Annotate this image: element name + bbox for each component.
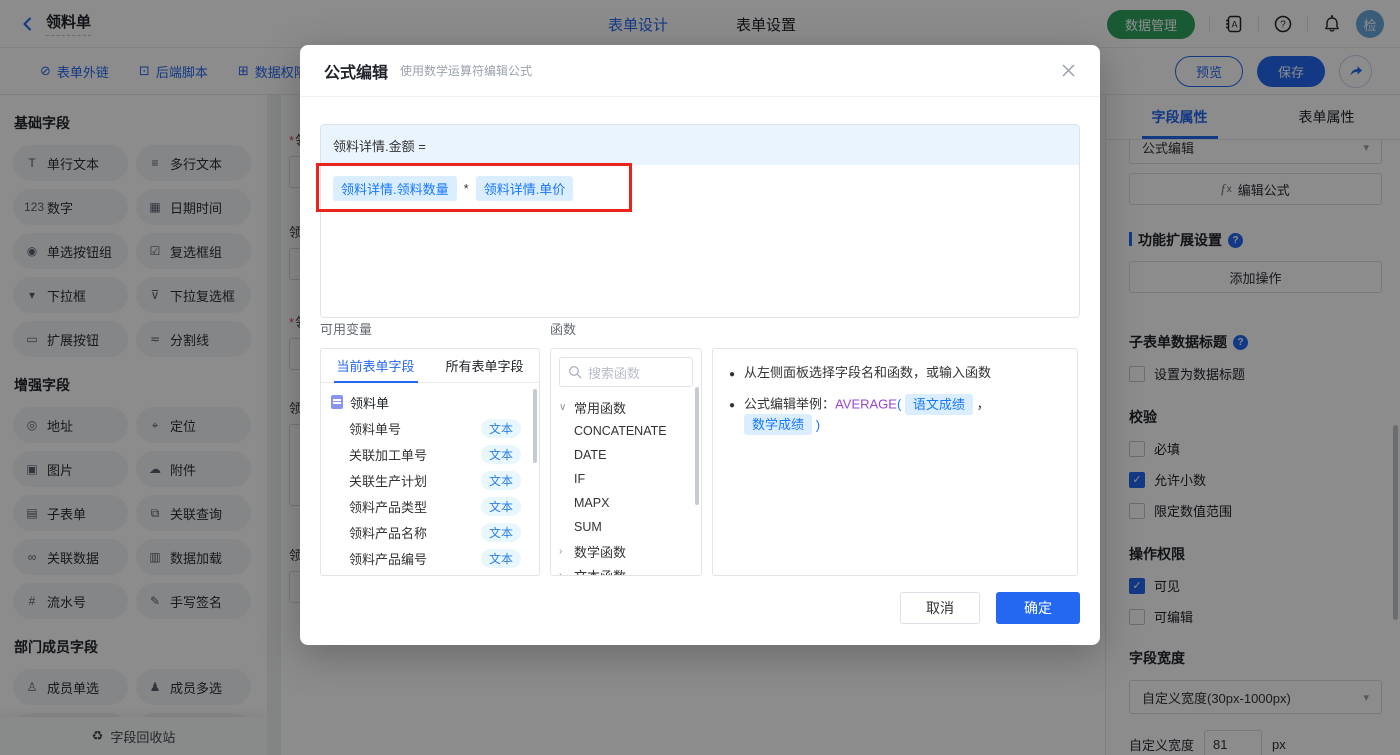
- modal-title: 公式编辑: [324, 64, 389, 82]
- modal-subtitle: 使用数学运算符编辑公式: [400, 64, 533, 78]
- formula-input-area[interactable]: 领料详情.领料数量 * 领料详情.单价: [321, 165, 1079, 212]
- variable-row[interactable]: 关联加工单号 文本: [321, 441, 539, 467]
- variable-row[interactable]: 领料单号 文本: [321, 415, 539, 441]
- functions-scrollbar[interactable]: [695, 387, 699, 505]
- form-doc-icon: [331, 395, 343, 409]
- example-function-name: AVERAGE: [835, 396, 897, 412]
- functions-label: 函数: [550, 322, 577, 337]
- modal-header: 公式编辑 使用数学运算符编辑公式: [300, 45, 1100, 97]
- function-item[interactable]: DATE: [551, 443, 701, 467]
- search-icon: [568, 365, 582, 379]
- function-item[interactable]: IF: [551, 467, 701, 491]
- example-chip: 数学成绩: [744, 414, 813, 436]
- modal-columns: 当前表单字段 所有表单字段 领料单 领料单号 文本 关联加工单号 文本 关联生产计划 文本 领料…: [300, 348, 1100, 576]
- function-item[interactable]: SUM: [551, 515, 701, 539]
- function-group[interactable]: ∨ 常用函数: [551, 395, 701, 419]
- formula-help-panel: ● 从左侧面板选择字段名和函数，或输入函数 ● 公式编辑举例：AVERAGE( …: [712, 348, 1078, 576]
- type-badge: 文本: [480, 418, 521, 438]
- variable-row[interactable]: 领料产品名称 文本: [321, 519, 539, 545]
- type-badge: 文本: [480, 522, 521, 542]
- type-badge: 文本: [480, 470, 521, 490]
- formula-field-chip[interactable]: 领料详情.单价: [475, 176, 574, 201]
- type-badge: 文本: [480, 548, 521, 568]
- function-item[interactable]: MAPX: [551, 491, 701, 515]
- functions-list: ∨ 常用函数 CONCATENATE DATE IF MAPX SUM › 数学函数 › 文本函数: [551, 395, 701, 576]
- variables-tab-1[interactable]: 当前表单字段: [321, 349, 430, 382]
- help-tip-1: ● 从左侧面板选择字段名和函数，或输入函数: [729, 365, 992, 380]
- formula-editor-modal: 公式编辑 使用数学运算符编辑公式 领料详情.金额 = 领料详情.领料数量 * 领料详…: [300, 45, 1100, 645]
- variables-scrollbar[interactable]: [533, 389, 537, 463]
- function-item[interactable]: CONCATENATE: [551, 419, 701, 443]
- chevron-down-icon: ∨: [559, 401, 567, 413]
- close-icon[interactable]: [1061, 63, 1076, 78]
- variables-panel: 当前表单字段 所有表单字段 领料单 领料单号 文本 关联加工单号 文本 关联生产计划 文本 领料…: [320, 348, 540, 576]
- variables-list: 领料单 领料单号 文本 关联加工单号 文本 关联生产计划 文本 领料产品类型 文本 领料产品名称文…: [321, 383, 539, 571]
- functions-panel: 搜索函数 ∨ 常用函数 CONCATENATE DATE IF MAPX SUM › 数学函数 ›…: [550, 348, 702, 576]
- confirm-button[interactable]: 确定: [996, 592, 1080, 624]
- type-badge: 文本: [480, 444, 521, 464]
- variable-row[interactable]: 领料产品编号 文本: [321, 545, 539, 571]
- modal-footer: 取消 确定: [900, 592, 1080, 624]
- type-badge: 文本: [480, 496, 521, 516]
- example-chip: 语文成绩: [904, 393, 973, 415]
- formula-box: 领料详情.金额 = 领料详情.领料数量 * 领料详情.单价: [320, 124, 1080, 318]
- function-search-input[interactable]: 搜索函数: [559, 357, 693, 387]
- search-placeholder: 搜索函数: [588, 365, 641, 381]
- formula-target: 领料详情.金额 =: [321, 125, 1079, 165]
- function-group[interactable]: › 数学函数: [551, 539, 701, 563]
- form-tree-node[interactable]: 领料单: [321, 389, 539, 415]
- formula-operator: *: [463, 181, 469, 196]
- variables-tabs: 当前表单字段 所有表单字段: [321, 349, 539, 383]
- variable-row[interactable]: 关联生产计划 文本: [321, 467, 539, 493]
- variable-row[interactable]: 领料产品类型 文本: [321, 493, 539, 519]
- formula-field-chip[interactable]: 领料详情.领料数量: [333, 176, 457, 201]
- chevron-right-icon: ›: [559, 545, 563, 557]
- chevron-right-icon: ›: [559, 569, 563, 576]
- function-group[interactable]: › 文本函数: [551, 563, 701, 576]
- help-tip-2: ● 公式编辑举例：AVERAGE( 语文成绩 ， 数学成绩 ): [729, 393, 1061, 436]
- variables-tab-2[interactable]: 所有表单字段: [430, 349, 539, 382]
- cancel-button[interactable]: 取消: [900, 592, 980, 624]
- variables-label: 可用变量: [320, 322, 373, 337]
